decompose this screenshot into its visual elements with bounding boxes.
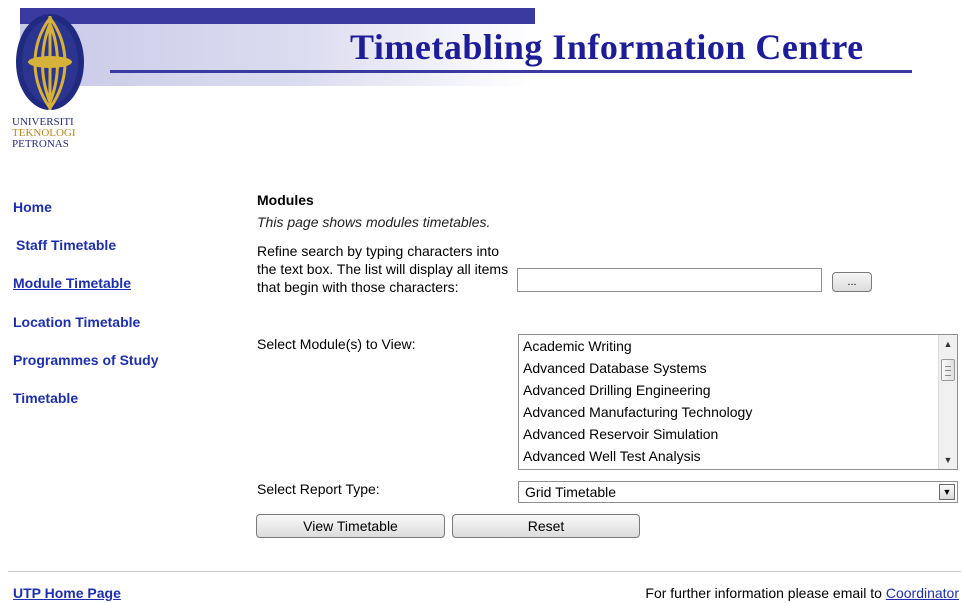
view-timetable-button[interactable]: View Timetable bbox=[256, 514, 445, 538]
list-item[interactable]: Advanced Well Test Analysis bbox=[523, 445, 701, 467]
list-item[interactable]: Academic Writing bbox=[523, 335, 632, 357]
university-logo bbox=[16, 14, 84, 110]
chevron-down-icon[interactable]: ▼ bbox=[939, 484, 955, 500]
module-listbox[interactable]: Academic Writing Advanced Database Syste… bbox=[518, 334, 958, 470]
ellipsis-button[interactable]: ... bbox=[832, 272, 872, 292]
listbox-scrollbar[interactable]: ▲ ▼ bbox=[938, 335, 957, 469]
footer-divider bbox=[8, 571, 961, 572]
footer-info-text: For further information please email to bbox=[645, 585, 882, 601]
page-description: This page shows modules timetables. bbox=[257, 214, 491, 230]
report-type-select[interactable]: Grid Timetable ▼ bbox=[518, 481, 958, 503]
report-type-label: Select Report Type: bbox=[257, 481, 380, 497]
report-type-value: Grid Timetable bbox=[525, 484, 617, 500]
sidebar-item-home[interactable]: Home bbox=[13, 199, 52, 215]
list-item[interactable]: Advanced Database Systems bbox=[523, 357, 707, 379]
scroll-up-icon[interactable]: ▲ bbox=[939, 335, 957, 353]
banner-rule bbox=[110, 70, 912, 73]
sidebar-item-programmes-of-study[interactable]: Programmes of Study bbox=[13, 352, 158, 368]
list-item[interactable]: Advanced Reservoir Simulation bbox=[523, 423, 718, 445]
page-title: Modules bbox=[257, 192, 314, 208]
utp-home-link[interactable]: UTP Home Page bbox=[13, 585, 121, 601]
refine-instructions: Refine search by typing characters into … bbox=[257, 243, 509, 295]
scroll-thumb[interactable] bbox=[941, 359, 955, 381]
banner-bar bbox=[20, 8, 535, 24]
logo-line-3: PETRONAS bbox=[12, 138, 69, 150]
site-title: Timetabling Information Centre bbox=[350, 27, 864, 67]
sidebar-item-location-timetable[interactable]: Location Timetable bbox=[13, 314, 140, 330]
list-item[interactable]: Advanced Manufacturing Technology bbox=[523, 401, 752, 423]
module-select-label: Select Module(s) to View: bbox=[257, 336, 416, 352]
reset-button[interactable]: Reset bbox=[452, 514, 640, 538]
sidebar-item-timetable[interactable]: Timetable bbox=[13, 390, 78, 406]
module-search-input[interactable] bbox=[517, 268, 822, 292]
coordinator-link[interactable]: Coordinator bbox=[886, 585, 959, 601]
logo-wordmark: UNIVERSITI TEKNOLOGI PETRONAS bbox=[12, 117, 76, 150]
footer-info: For further information please email to … bbox=[645, 585, 959, 601]
list-item[interactable]: Advanced Drilling Engineering bbox=[523, 379, 711, 401]
sidebar-item-staff-timetable[interactable]: Staff Timetable bbox=[16, 237, 116, 253]
scroll-down-icon[interactable]: ▼ bbox=[939, 451, 957, 469]
sidebar-item-module-timetable[interactable]: Module Timetable bbox=[13, 275, 131, 291]
